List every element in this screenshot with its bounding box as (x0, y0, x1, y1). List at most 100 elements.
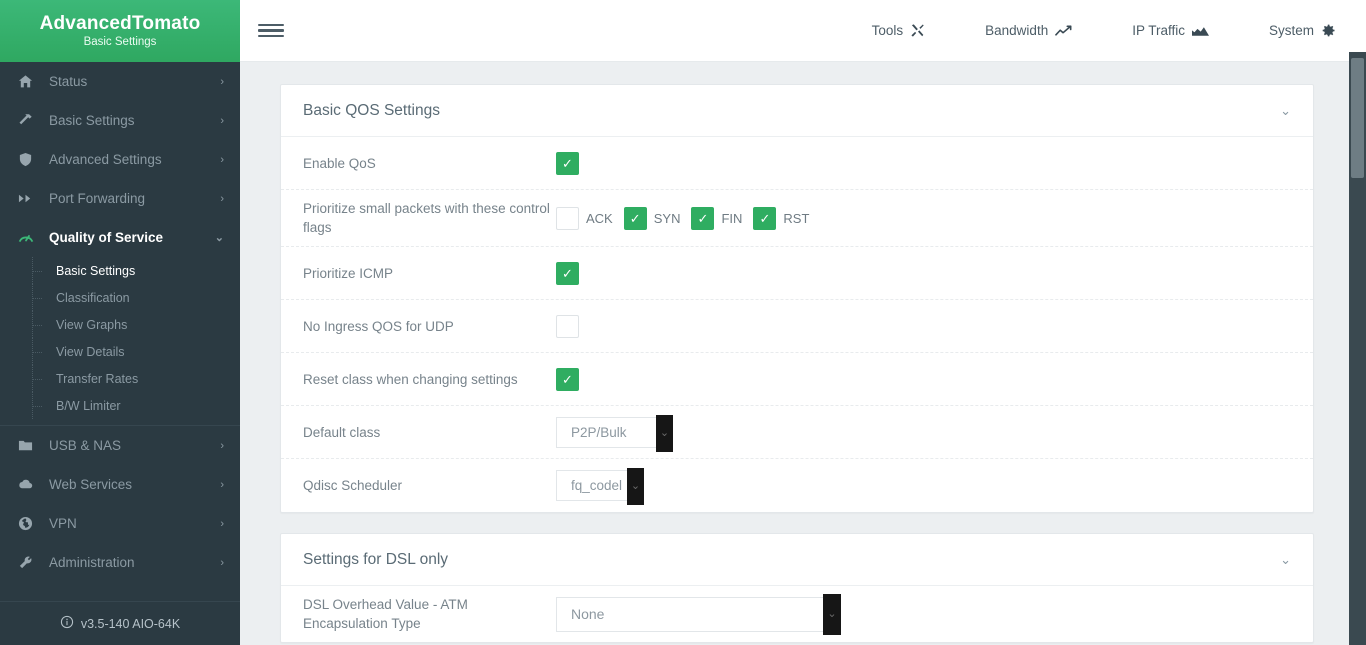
submenu-item-view-graphs[interactable]: View Graphs (0, 311, 240, 338)
chevron-down-icon[interactable]: ⌄ (1280, 552, 1291, 568)
chevron-down-icon[interactable]: ⌄ (656, 414, 673, 452)
chevron-down-icon[interactable]: ⌄ (823, 593, 841, 635)
sidebar-nav: Status › Basic Settings › Advanced Setti… (0, 62, 240, 582)
chevron-right-icon: › (220, 114, 224, 127)
flag-ack: ✓ ACK (556, 206, 613, 230)
submenu-item-classification[interactable]: Classification (0, 284, 240, 311)
submenu-item-label: Basic Settings (56, 263, 136, 278)
tools-icon (910, 23, 925, 38)
shield-icon (18, 152, 40, 167)
sidebar-item-label: Basic Settings (49, 113, 135, 128)
submenu-item-label: B/W Limiter (56, 398, 121, 413)
sidebar-item-label: Advanced Settings (49, 152, 162, 167)
sidebar: AdvancedTomato Basic Settings Status › B… (0, 0, 240, 645)
row-label: Reset class when changing settings (303, 371, 518, 387)
chevron-right-icon: › (220, 192, 224, 205)
sidebar-item-vpn[interactable]: VPN › (0, 504, 240, 543)
chevron-down-icon: ⌄ (214, 232, 224, 244)
panel-settings-for-dsl-only: Settings for DSL only ⌄ DSL Overhead Val… (280, 533, 1314, 643)
submenu-item-basic-settings[interactable]: Basic Settings (0, 257, 240, 284)
sidebar-item-advanced-settings[interactable]: Advanced Settings › (0, 140, 240, 179)
checkbox-reset-class[interactable]: ✓ (556, 367, 579, 391)
checkbox-flag-rst[interactable]: ✓ (753, 206, 777, 230)
sidebar-item-label: Port Forwarding (49, 191, 146, 206)
sidebar-item-web-services[interactable]: Web Services › (0, 465, 240, 504)
topnav-label: IP Traffic (1132, 23, 1185, 38)
row-label: No Ingress QOS for UDP (303, 318, 454, 334)
panel-basic-qos-settings: Basic QOS Settings ⌄ Enable QoS ✓ Priori… (280, 84, 1314, 513)
sidebar-item-usb-nas[interactable]: USB & NAS › (0, 426, 240, 465)
row-field: fq_codel ⌄ (556, 468, 1291, 505)
row-field: ✓ (556, 314, 1291, 338)
check-icon: ✓ (697, 210, 709, 226)
flag-label: SYN (653, 210, 681, 226)
sidebar-item-administration[interactable]: Administration › (0, 543, 240, 582)
check-icon: ✓ (562, 265, 573, 281)
row-enable-qos: Enable QoS ✓ (281, 137, 1313, 190)
flag-label: FIN (721, 210, 743, 226)
area-chart-icon (1191, 24, 1209, 38)
cloud-icon (18, 477, 40, 492)
chevron-right-icon: › (220, 517, 224, 530)
topnav-label: System (1268, 23, 1314, 38)
panel-header[interactable]: Basic QOS Settings ⌄ (281, 85, 1313, 137)
flag-syn: ✓ SYN (623, 206, 681, 230)
checkbox-flag-fin[interactable]: ✓ (691, 206, 715, 230)
topnav-item-bandwidth[interactable]: Bandwidth (955, 23, 1102, 38)
row-label: Default class (303, 424, 381, 440)
row-field: P2P/Bulk ⌄ (556, 414, 1291, 452)
flag-fin: ✓ FIN (691, 206, 743, 230)
submenu-item-transfer-rates[interactable]: Transfer Rates (0, 365, 240, 392)
scrollbar-top-cap (1349, 0, 1366, 52)
panel-header[interactable]: Settings for DSL only ⌄ (281, 534, 1313, 586)
sidebar-footer: v3.5-140 AIO-64K (0, 601, 240, 645)
brand-title-part2: Tomato (132, 12, 201, 34)
submenu-item-bw-limiter[interactable]: B/W Limiter (0, 392, 240, 419)
row-label: Qdisc Scheduler (303, 478, 403, 493)
sidebar-item-quality-of-service[interactable]: Quality of Service ⌄ (0, 218, 240, 257)
sidebar-item-port-forwarding[interactable]: Port Forwarding › (0, 179, 240, 218)
chevron-down-icon[interactable]: ⌄ (1280, 103, 1291, 119)
row-label: DSL Overhead Value - ATM Encapsulation T… (303, 597, 468, 631)
row-field: ✓ (556, 261, 1291, 285)
submenu-item-label: Classification (56, 290, 130, 305)
panel-title: Settings for DSL only (303, 551, 449, 568)
checkbox-flag-ack[interactable]: ✓ (556, 206, 579, 230)
check-icon: ✓ (759, 210, 771, 226)
topnav-label: Tools (871, 23, 904, 38)
select-default-class[interactable]: P2P/Bulk ⌄ (556, 414, 673, 452)
chevron-right-icon: › (220, 75, 224, 88)
flag-rst: ✓ RST (753, 206, 810, 230)
row-field: ✓ ACK ✓ SYN ✓ FIN ✓ RST (556, 206, 1291, 230)
sidebar-item-basic-settings[interactable]: Basic Settings › (0, 101, 240, 140)
topnav-label: Bandwidth (985, 23, 1049, 38)
select-dsl-overhead-value[interactable]: None ⌄ (556, 593, 841, 635)
hamburger-icon[interactable] (258, 18, 284, 44)
topnav-item-system[interactable]: System (1239, 23, 1344, 38)
chevron-down-icon[interactable]: ⌄ (627, 468, 644, 505)
checkbox-prioritize-icmp[interactable]: ✓ (556, 261, 579, 285)
topnav-item-tools[interactable]: Tools (842, 23, 956, 38)
flag-label: RST (783, 210, 810, 226)
submenu-item-view-details[interactable]: View Details (0, 338, 240, 365)
content-scroll-area[interactable]: Basic QOS Settings ⌄ Enable QoS ✓ Priori… (240, 62, 1366, 645)
page-scrollbar[interactable] (1349, 0, 1366, 645)
check-icon: ✓ (629, 210, 641, 226)
brand-logo[interactable]: AdvancedTomato Basic Settings (0, 0, 240, 62)
checkbox-enable-qos[interactable]: ✓ (556, 151, 579, 175)
topnav-item-ip-traffic[interactable]: IP Traffic (1102, 23, 1239, 38)
checkbox-no-ingress-qos-udp[interactable]: ✓ (556, 314, 579, 338)
submenu-item-label: View Details (56, 344, 125, 359)
row-default-class: Default class P2P/Bulk ⌄ (281, 406, 1313, 459)
line-chart-icon (1055, 24, 1072, 38)
sidebar-item-label: Status (49, 74, 88, 89)
sidebar-item-status[interactable]: Status › (0, 62, 240, 101)
select-qdisc-scheduler[interactable]: fq_codel ⌄ (556, 468, 644, 505)
gear-icon (1321, 23, 1336, 38)
checkbox-flag-syn[interactable]: ✓ (623, 206, 647, 230)
check-icon: ✓ (562, 371, 573, 387)
globe-icon (18, 516, 40, 531)
hammer-icon (18, 113, 40, 128)
scrollbar-thumb[interactable] (1351, 58, 1364, 178)
select-value: P2P/Bulk (571, 424, 627, 440)
